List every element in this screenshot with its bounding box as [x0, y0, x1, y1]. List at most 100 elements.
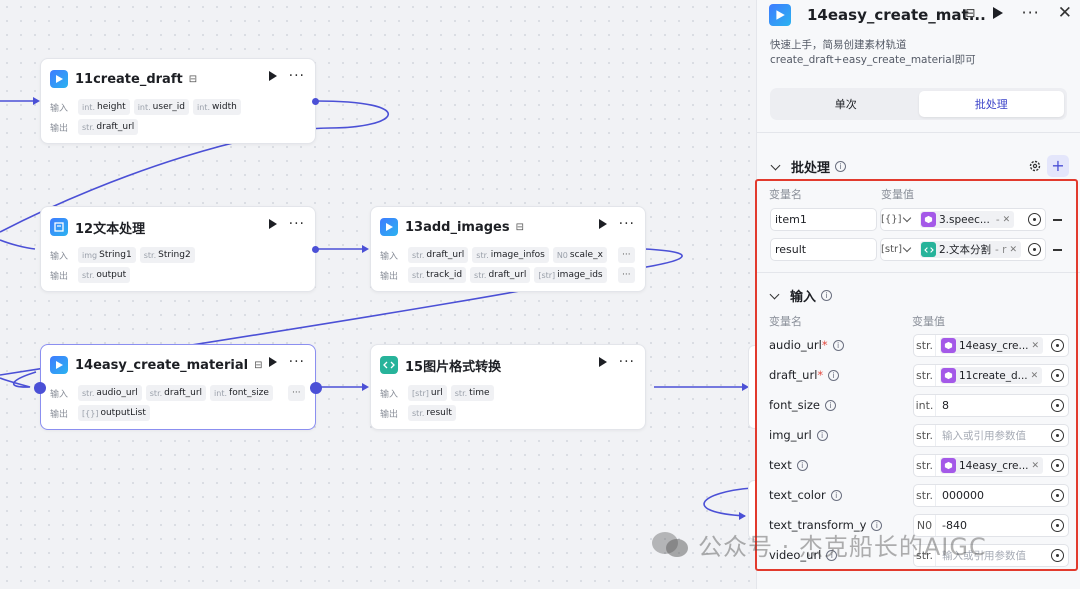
add-batch-variable-button[interactable]: + [1047, 155, 1069, 177]
node-15-image-format-convert[interactable]: 15图片格式转换 ··· 输入 [str] url str. time 输出 str… [370, 344, 646, 430]
batch-section-header[interactable]: 批处理 i [770, 157, 847, 176]
node-13add-images[interactable]: 13add_images ⊟ ··· 输入 str. draft_url str.… [370, 206, 646, 292]
reference-chip[interactable]: 14easy_cre... ✕ [940, 457, 1044, 474]
remove-row-button[interactable] [1053, 249, 1062, 251]
node-14easy-create-material[interactable]: 14easy_create_material ⊟ ··· 输入 str. audi… [34, 344, 322, 430]
remove-row-button[interactable] [1053, 219, 1062, 221]
param-value-field[interactable]: int. 8 [913, 394, 1069, 417]
param-value[interactable]: 000000 [942, 489, 984, 502]
param-value-field[interactable]: str. 14easy_cre... ✕ [913, 334, 1069, 357]
tab-batch[interactable]: 批处理 [918, 91, 1064, 117]
reference-target-icon[interactable] [1028, 243, 1041, 256]
input-port[interactable] [34, 382, 46, 394]
param-type: str. [914, 455, 936, 476]
workflow-canvas[interactable]: 11create_draft ⊟ ··· 输入 int. height int. u… [0, 0, 756, 589]
param-value-field[interactable]: str. 000000 [913, 484, 1069, 507]
section-title: 批处理 [791, 161, 831, 176]
reference-target-icon[interactable] [1051, 489, 1064, 502]
type-selector[interactable]: [{}] [881, 214, 902, 225]
reference-target-icon[interactable] [1051, 429, 1064, 442]
partial-node-right[interactable] [748, 345, 756, 429]
chevron-down-icon[interactable] [902, 243, 912, 253]
info-icon[interactable]: i [824, 399, 836, 411]
info-icon[interactable]: i [828, 369, 840, 381]
plugin-cube-icon [941, 338, 956, 353]
run-node-button[interactable] [268, 357, 277, 367]
info-icon[interactable]: i [835, 161, 847, 172]
required-mark: * [817, 368, 824, 382]
reference-chip[interactable]: 3.speec... - ✕ [920, 211, 1015, 228]
output-chip: str. draft_url [78, 119, 139, 135]
run-node-button[interactable] [993, 7, 1004, 19]
param-placeholder[interactable]: 输入或引用参数值 [942, 428, 1026, 443]
batch-var-value-field[interactable]: [{}] 3.speec... - ✕ [880, 208, 1046, 231]
input-chip: int. font_size [210, 385, 273, 401]
output-chip: str. draft_url [470, 267, 531, 283]
param-type: int. [914, 395, 936, 416]
run-node-button[interactable] [268, 71, 277, 81]
output-port[interactable] [312, 98, 319, 105]
tab-single[interactable]: 单次 [773, 91, 919, 117]
input-label: 输入 [380, 251, 399, 262]
info-icon[interactable]: i [821, 290, 833, 301]
chevron-down-icon[interactable] [902, 213, 912, 223]
output-port[interactable] [310, 382, 322, 394]
batch-var-value-field[interactable]: [str] 2.文本分割 - r ✕ [880, 238, 1046, 261]
run-node-button[interactable] [268, 219, 277, 229]
node-11create-draft[interactable]: 11create_draft ⊟ ··· 输入 int. height int. u… [40, 58, 319, 144]
output-port[interactable] [312, 246, 319, 253]
more-options-icon[interactable]: ··· [1021, 5, 1039, 21]
more-params-icon[interactable]: ··· [618, 267, 635, 283]
capcut-icon [50, 356, 68, 374]
input-chip: str. image_infos [472, 247, 549, 263]
info-icon[interactable]: i [832, 339, 844, 351]
remove-reference-icon[interactable]: ✕ [1032, 341, 1040, 351]
input-label: 输入 [50, 389, 69, 400]
batch-var-name-input[interactable]: item1 [770, 208, 877, 231]
param-value-field[interactable]: str. 14easy_cre... ✕ [913, 454, 1069, 477]
chevron-down-icon[interactable] [770, 160, 781, 170]
param-value-field[interactable]: str. 输入或引用参数值 [913, 424, 1069, 447]
more-options-icon[interactable]: ··· [619, 217, 635, 231]
remove-reference-icon[interactable]: ✕ [1032, 461, 1040, 471]
chevron-down-icon[interactable] [769, 289, 780, 299]
param-value-field[interactable]: str. 11create_d... ✕ [913, 364, 1069, 387]
more-params-icon[interactable]: ··· [288, 385, 305, 401]
remove-reference-icon[interactable]: ✕ [1003, 215, 1011, 225]
reference-target-icon[interactable] [1051, 339, 1064, 352]
reference-target-icon[interactable] [1051, 399, 1064, 412]
reference-target-icon[interactable] [1051, 519, 1064, 532]
inputs-section-header[interactable]: 输入 i [769, 286, 833, 305]
node-12-text-process[interactable]: 12文本处理 ··· 输入 img String1 str. String2 输出 … [40, 206, 319, 292]
reference-chip[interactable]: 11create_d... ✕ [940, 367, 1043, 384]
remove-reference-icon[interactable]: ✕ [1009, 245, 1017, 255]
more-options-icon[interactable]: ··· [289, 217, 305, 231]
info-icon[interactable]: i [830, 489, 842, 501]
more-options-icon[interactable]: ··· [289, 355, 305, 369]
capcut-icon [50, 70, 68, 88]
remove-reference-icon[interactable]: ✕ [1031, 371, 1039, 381]
batch-var-name-input[interactable]: result [770, 238, 877, 261]
reference-target-icon[interactable] [1051, 459, 1064, 472]
reference-target-icon[interactable] [1028, 213, 1041, 226]
more-params-icon[interactable]: ··· [618, 247, 635, 263]
output-chip: [str] image_ids [534, 267, 607, 283]
info-icon[interactable]: i [796, 459, 808, 471]
reference-chip[interactable]: 14easy_cre... ✕ [940, 337, 1044, 354]
close-icon[interactable]: ✕ [1058, 5, 1072, 22]
output-label: 输出 [380, 409, 399, 420]
info-icon[interactable]: i [816, 429, 828, 441]
more-options-icon[interactable]: ··· [619, 355, 635, 369]
reference-target-icon[interactable] [1051, 549, 1064, 562]
more-options-icon[interactable]: ··· [289, 69, 305, 83]
reference-target-icon[interactable] [1051, 369, 1064, 382]
reference-chip[interactable]: 2.文本分割 - r ✕ [920, 241, 1022, 258]
type-selector[interactable]: [str] [881, 244, 902, 255]
input-chip: str. String2 [139, 247, 195, 263]
param-value[interactable]: 8 [942, 399, 949, 412]
batch-tag-icon: ⊟ [188, 73, 198, 85]
param-type: str. [914, 485, 936, 506]
run-node-button[interactable] [598, 219, 607, 229]
run-node-button[interactable] [598, 357, 607, 367]
gear-icon[interactable] [1028, 159, 1042, 173]
